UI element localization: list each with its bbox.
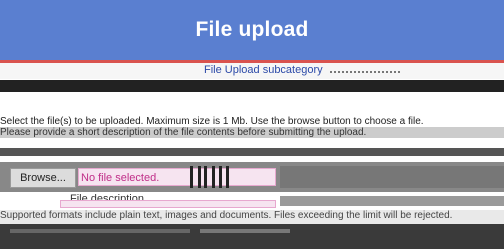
bottom-strip-left: [10, 229, 190, 233]
subtitle-link[interactable]: File Upload subcategory: [204, 64, 323, 76]
instructions-line-2: Please provide a short description of th…: [0, 127, 504, 138]
bottom-strip-right: [200, 229, 290, 233]
instructions-line-1: Select the file(s) to be uploaded. Maxim…: [0, 116, 424, 127]
description-input[interactable]: [60, 200, 276, 208]
page-title: File upload: [195, 18, 309, 41]
content-divider: [0, 148, 504, 156]
header-bar: File upload: [0, 0, 504, 60]
content-band-top: [0, 80, 504, 92]
description-right-area: [280, 196, 504, 206]
file-upload-window: File upload File Upload subcategory Sele…: [0, 0, 504, 249]
file-row-right-area: [280, 166, 504, 188]
browse-button[interactable]: Browse...: [10, 168, 76, 188]
instructions-block: Select the file(s) to be uploaded. Maxim…: [0, 116, 504, 138]
footer-note: Supported formats include plain text, im…: [0, 210, 504, 224]
subtitle-divider: [330, 71, 400, 75]
bottom-band: [0, 224, 504, 249]
file-row-decoration: [186, 166, 266, 188]
